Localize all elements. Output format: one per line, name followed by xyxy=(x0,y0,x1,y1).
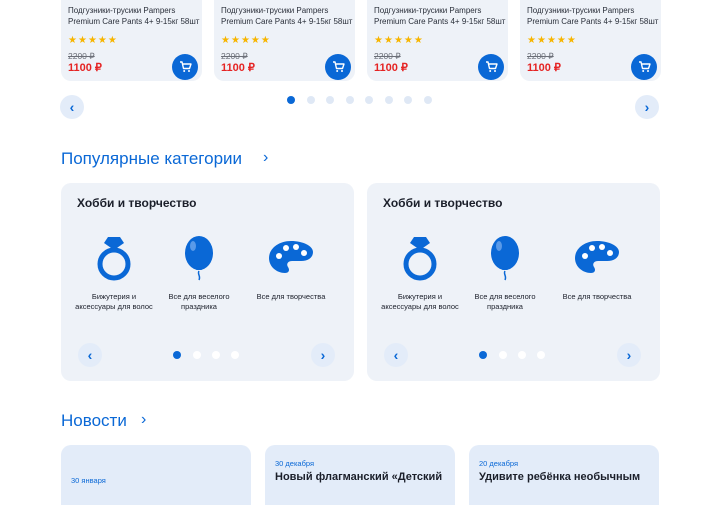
rating-stars: ★ ★ ★ ★ ★ xyxy=(374,35,423,46)
category-label: Все для веселого праздника xyxy=(474,292,536,311)
category-panel-title: Хобби и творчество xyxy=(77,196,197,210)
category-item[interactable]: Бижутерия и аксессуары для волос xyxy=(380,235,460,312)
category-prev-button[interactable]: ‹ xyxy=(78,343,102,367)
carousel-dot[interactable] xyxy=(404,96,412,104)
product-card[interactable]: Подгузники-трусики Pampers Premium Care … xyxy=(520,0,661,81)
cart-icon xyxy=(179,61,192,72)
chevron-right-icon: › xyxy=(320,347,326,363)
products-prev-button[interactable]: ‹ xyxy=(60,95,84,119)
product-name[interactable]: Подгузники-трусики Pampers Premium Care … xyxy=(527,6,659,27)
price: 1100 ₽ xyxy=(221,62,255,74)
carousel-dot[interactable] xyxy=(424,96,432,104)
news-headline[interactable]: Удивите ребёнка необычным xyxy=(479,471,640,483)
carousel-dot[interactable] xyxy=(385,96,393,104)
news-card[interactable]: 30 декабря Новый флагманский «Детский xyxy=(265,445,455,505)
palette-icon xyxy=(575,241,619,273)
carousel-dot[interactable] xyxy=(307,96,315,104)
rating-stars: ★ ★ ★ ★ ★ xyxy=(68,35,117,46)
carousel-dot[interactable] xyxy=(231,351,239,359)
ring-icon xyxy=(403,237,437,281)
add-to-cart-button[interactable] xyxy=(478,54,504,80)
chevron-left-icon: ‹ xyxy=(87,347,93,363)
carousel-dot[interactable] xyxy=(479,351,487,359)
news-section-title[interactable]: Новости xyxy=(61,411,127,431)
category-panel: Хобби и творчество Бижутерия и аксессуар… xyxy=(367,183,660,381)
add-to-cart-button[interactable] xyxy=(631,54,657,80)
category-label: Все для творчества xyxy=(256,292,326,301)
carousel-dot[interactable] xyxy=(212,351,220,359)
balloon-icon xyxy=(491,236,519,281)
category-panel-title: Хобби и творчество xyxy=(383,196,503,210)
category-item[interactable]: Все для веселого праздника xyxy=(159,235,239,312)
cart-icon xyxy=(332,61,345,72)
news-headline[interactable]: Новый флагманский «Детский xyxy=(275,471,442,483)
chevron-right-icon[interactable]: › xyxy=(141,411,146,429)
cart-icon xyxy=(638,61,651,72)
categories-section-title[interactable]: Популярные категории xyxy=(61,149,242,169)
category-item[interactable]: Все для творчества xyxy=(557,235,637,302)
category-item[interactable]: Бижутерия и аксессуары для волос xyxy=(74,235,154,312)
price: 1100 ₽ xyxy=(68,62,102,74)
chevron-right-icon[interactable]: › xyxy=(263,149,268,167)
category-next-button[interactable]: › xyxy=(311,343,335,367)
news-card[interactable]: 20 декабря Удивите ребёнка необычным xyxy=(469,445,659,505)
category-panel: Хобби и творчество Бижутерия и аксессуар… xyxy=(61,183,354,381)
product-card[interactable]: Подгузники-трусики Pampers Premium Care … xyxy=(214,0,355,81)
carousel-dot[interactable] xyxy=(346,96,354,104)
carousel-dot[interactable] xyxy=(537,351,545,359)
palette-icon xyxy=(269,241,313,273)
category-item[interactable]: Все для веселого праздника xyxy=(465,235,545,312)
carousel-dot[interactable] xyxy=(173,351,181,359)
category-label: Бижутерия и аксессуары для волос xyxy=(75,292,153,311)
carousel-dot[interactable] xyxy=(326,96,334,104)
rating-stars: ★ ★ ★ ★ ★ xyxy=(527,35,576,46)
carousel-dot[interactable] xyxy=(287,96,295,104)
add-to-cart-button[interactable] xyxy=(172,54,198,80)
news-card[interactable]: 30 января xyxy=(61,445,251,505)
category-label: Все для веселого праздника xyxy=(168,292,230,311)
chevron-left-icon: ‹ xyxy=(393,347,399,363)
product-name[interactable]: Подгузники-трусики Pampers Premium Care … xyxy=(68,6,200,27)
cart-icon xyxy=(485,61,498,72)
category-prev-button[interactable]: ‹ xyxy=(384,343,408,367)
carousel-dot[interactable] xyxy=(499,351,507,359)
carousel-dot[interactable] xyxy=(365,96,373,104)
products-next-button[interactable]: › xyxy=(635,95,659,119)
category-label: Все для творчества xyxy=(562,292,632,301)
carousel-dot[interactable] xyxy=(518,351,526,359)
rating-stars: ★ ★ ★ ★ ★ xyxy=(221,35,270,46)
balloon-icon xyxy=(185,236,213,281)
news-date: 30 января xyxy=(71,476,106,485)
product-card[interactable]: Подгузники-трусики Pampers Premium Care … xyxy=(367,0,508,81)
product-name[interactable]: Подгузники-трусики Pampers Premium Care … xyxy=(374,6,506,27)
chevron-right-icon: › xyxy=(644,99,650,115)
ring-icon xyxy=(97,237,131,281)
category-item[interactable]: Все для творчества xyxy=(251,235,331,302)
chevron-right-icon: › xyxy=(626,347,632,363)
price: 1100 ₽ xyxy=(527,62,561,74)
category-label: Бижутерия и аксессуары для волос xyxy=(381,292,459,311)
price: 1100 ₽ xyxy=(374,62,408,74)
news-date: 20 декабря xyxy=(479,459,519,468)
category-next-button[interactable]: › xyxy=(617,343,641,367)
add-to-cart-button[interactable] xyxy=(325,54,351,80)
product-card[interactable]: Подгузники-трусики Pampers Premium Care … xyxy=(61,0,202,81)
news-date: 30 декабря xyxy=(275,459,315,468)
chevron-left-icon: ‹ xyxy=(69,99,75,115)
carousel-dot[interactable] xyxy=(193,351,201,359)
product-name[interactable]: Подгузники-трусики Pampers Premium Care … xyxy=(221,6,353,27)
